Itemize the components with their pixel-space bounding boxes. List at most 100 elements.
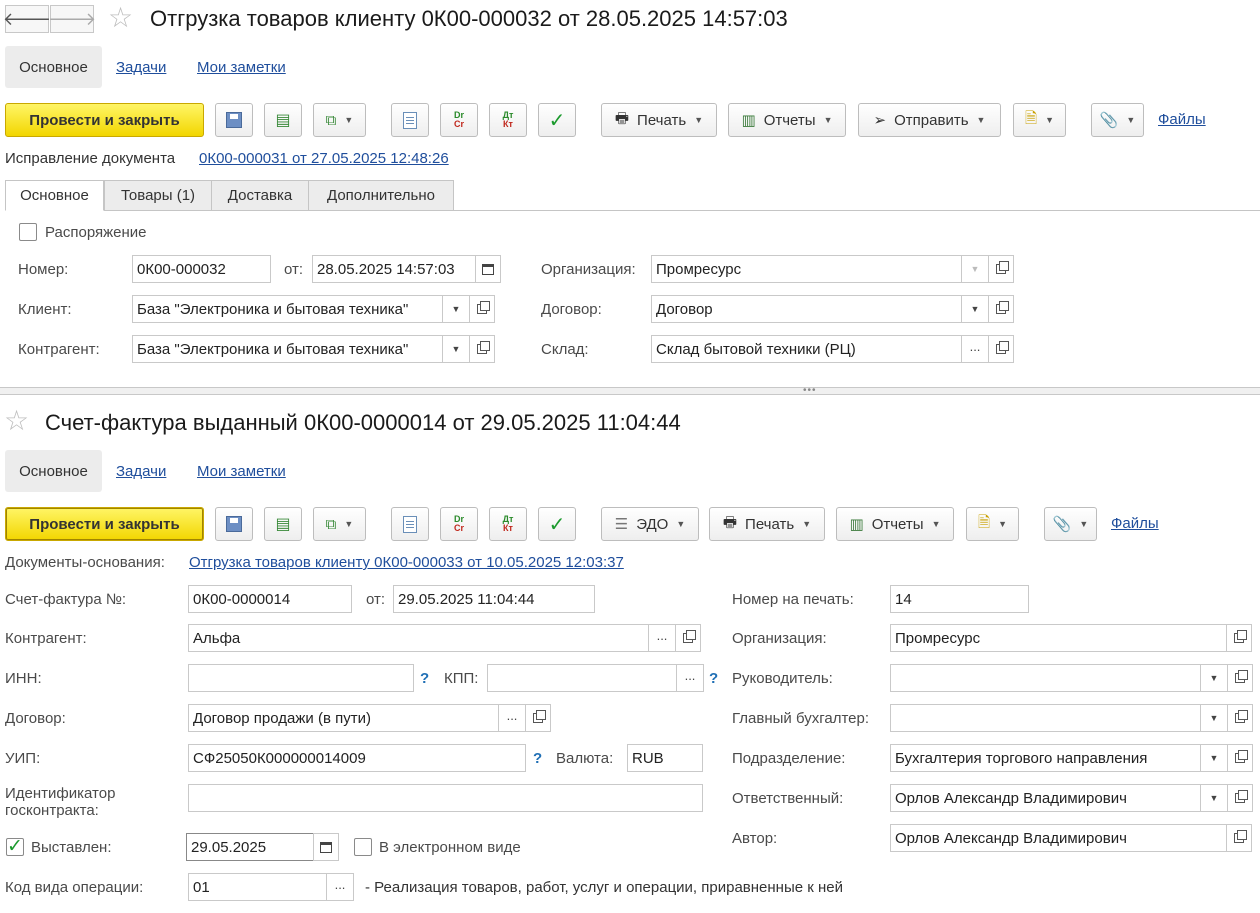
- doc2-print-button[interactable]: 🖶 Печать ▼: [709, 507, 825, 541]
- inn-help-icon[interactable]: ?: [420, 670, 429, 687]
- uip-help-icon[interactable]: ?: [533, 750, 542, 767]
- doc2-org-input[interactable]: Промресурс: [890, 624, 1227, 652]
- doc2-counterparty-select-button[interactable]: ...: [648, 624, 676, 652]
- responsible-input[interactable]: Орлов Александр Владимирович: [890, 784, 1201, 812]
- doc2-contract-input[interactable]: Договор продажи (в пути): [188, 704, 499, 732]
- warehouse-select-button[interactable]: ...: [961, 335, 989, 363]
- kpp-input[interactable]: [487, 664, 677, 692]
- org-dropdown[interactable]: ▼: [961, 255, 989, 283]
- doc1-drcr-button[interactable]: Dr Cr: [440, 103, 478, 137]
- currency-input[interactable]: RUB: [627, 744, 703, 772]
- chief-accountant-dropdown[interactable]: ▼: [1200, 704, 1228, 732]
- responsible-dropdown[interactable]: ▼: [1200, 784, 1228, 812]
- doc2-subtab-main[interactable]: Основное: [5, 450, 102, 492]
- doc1-tab-goods[interactable]: Товары (1): [104, 180, 212, 211]
- opcode-select-button[interactable]: ...: [326, 873, 354, 901]
- kpp-help-icon[interactable]: ?: [709, 670, 718, 687]
- division-dropdown[interactable]: ▼: [1200, 744, 1228, 772]
- doc2-attachments-menu-button[interactable]: 🗎 ▼: [966, 507, 1019, 541]
- invoice-date-input[interactable]: 29.05.2025 11:04:44: [393, 585, 595, 613]
- gov-contract-input[interactable]: [188, 784, 703, 812]
- warehouse-input[interactable]: Склад бытовой техники (РЦ): [651, 335, 962, 363]
- favorite-star-icon[interactable]: ☆: [4, 407, 29, 435]
- opcode-input[interactable]: 01: [188, 873, 327, 901]
- doc1-subtab-main[interactable]: Основное: [5, 46, 102, 88]
- doc1-correction-link[interactable]: 0К00-000031 от 27.05.2025 12:48:26: [199, 150, 449, 167]
- doc1-print-button[interactable]: 🖶 Печать ▼: [601, 103, 717, 137]
- client-open-button[interactable]: [469, 295, 495, 323]
- print-number-input[interactable]: 14: [890, 585, 1029, 613]
- doc2-save-button[interactable]: [215, 507, 253, 541]
- doc2-drcr-button[interactable]: Dr Cr: [440, 507, 478, 541]
- doc2-counterparty-input[interactable]: Альфа: [188, 624, 649, 652]
- doc1-tab-additional[interactable]: Дополнительно: [308, 180, 454, 211]
- doc1-subtab-tasks[interactable]: Задачи: [116, 59, 166, 76]
- warehouse-open-button[interactable]: [988, 335, 1014, 363]
- doc1-send-button[interactable]: ➢ Отправить ▼: [858, 103, 1001, 137]
- doc2-post-close-button[interactable]: Провести и закрыть: [5, 507, 204, 541]
- doc2-counterparty-open-button[interactable]: [675, 624, 701, 652]
- uip-input[interactable]: СФ25050К000000014009: [188, 744, 526, 772]
- doc1-post-close-button[interactable]: Провести и закрыть: [5, 103, 204, 137]
- doc1-files-link[interactable]: Файлы: [1158, 111, 1206, 128]
- rasp-checkbox[interactable]: [19, 223, 37, 241]
- doc2-dtkt-button[interactable]: Дт Кт: [489, 507, 527, 541]
- forward-button[interactable]: 🡒: [48, 5, 96, 33]
- doc2-files-link[interactable]: Файлы: [1111, 515, 1159, 532]
- client-dropdown[interactable]: ▼: [442, 295, 470, 323]
- doc2-create-based-button[interactable]: ⧉ ▼: [313, 507, 366, 541]
- doc1-subtab-notes[interactable]: Мои заметки: [197, 59, 286, 76]
- contract-input[interactable]: Договор: [651, 295, 962, 323]
- doc1-post-button[interactable]: ▤: [264, 103, 302, 137]
- contract-open-button[interactable]: [988, 295, 1014, 323]
- contract-dropdown[interactable]: ▼: [961, 295, 989, 323]
- number-input[interactable]: 0К00-000032: [132, 255, 271, 283]
- doc2-contract-select-button[interactable]: ...: [498, 704, 526, 732]
- chief-accountant-input[interactable]: [890, 704, 1201, 732]
- issued-calendar-button[interactable]: [313, 833, 339, 861]
- doc2-base-link[interactable]: Отгрузка товаров клиенту 0К00-000033 от …: [189, 554, 624, 571]
- responsible-open-button[interactable]: [1227, 784, 1253, 812]
- inn-input[interactable]: [188, 664, 414, 692]
- doc2-edo-button[interactable]: ☰ ЭДО ▼: [601, 507, 699, 541]
- doc1-dtkt-button[interactable]: Дт Кт: [489, 103, 527, 137]
- date-input[interactable]: 28.05.2025 14:57:03: [312, 255, 476, 283]
- doc1-reports-button[interactable]: ▥ Отчеты ▼: [728, 103, 846, 137]
- chief-accountant-open-button[interactable]: [1227, 704, 1253, 732]
- doc1-attachments-menu-button[interactable]: 🗎 ▼: [1013, 103, 1066, 137]
- electronic-checkbox[interactable]: [354, 838, 372, 856]
- author-open-button[interactable]: [1226, 824, 1252, 852]
- doc2-subtab-notes[interactable]: Мои заметки: [197, 463, 286, 480]
- counterparty-open-button[interactable]: [469, 335, 495, 363]
- counterparty-input[interactable]: База "Электроника и бытовая техника": [132, 335, 443, 363]
- kpp-select-button[interactable]: ...: [676, 664, 704, 692]
- issued-checkbox[interactable]: [6, 835, 24, 858]
- doc2-post-button[interactable]: ▤: [264, 507, 302, 541]
- calendar-button[interactable]: [475, 255, 501, 283]
- doc2-check-button[interactable]: ✓: [538, 507, 576, 541]
- doc1-save-button[interactable]: [215, 103, 253, 137]
- invoice-number-input[interactable]: 0К00-0000014: [188, 585, 352, 613]
- division-open-button[interactable]: [1227, 744, 1253, 772]
- doc1-tab-delivery[interactable]: Доставка: [211, 180, 309, 211]
- org-input[interactable]: Промресурс: [651, 255, 962, 283]
- issued-date-input[interactable]: 29.05.2025: [186, 833, 314, 861]
- doc2-subtab-tasks[interactable]: Задачи: [116, 463, 166, 480]
- doc1-create-based-button[interactable]: ⧉ ▼: [313, 103, 366, 137]
- doc2-reports-button[interactable]: ▥ Отчеты ▼: [836, 507, 954, 541]
- doc2-org-open-button[interactable]: [1226, 624, 1252, 652]
- doc2-clip-button[interactable]: 📎 ▼: [1044, 507, 1097, 541]
- doc2-contract-open-button[interactable]: [525, 704, 551, 732]
- counterparty-dropdown[interactable]: ▼: [442, 335, 470, 363]
- head-dropdown[interactable]: ▼: [1200, 664, 1228, 692]
- author-input[interactable]: Орлов Александр Владимирович: [890, 824, 1227, 852]
- doc1-movements-button[interactable]: [391, 103, 429, 137]
- head-open-button[interactable]: [1227, 664, 1253, 692]
- back-button[interactable]: 🡐: [3, 5, 51, 33]
- doc2-movements-button[interactable]: [391, 507, 429, 541]
- doc1-clip-button[interactable]: 📎 ▼: [1091, 103, 1144, 137]
- doc1-check-button[interactable]: ✓: [538, 103, 576, 137]
- head-input[interactable]: [890, 664, 1201, 692]
- window-splitter[interactable]: [0, 387, 1260, 395]
- favorite-star-icon[interactable]: ☆: [108, 4, 133, 32]
